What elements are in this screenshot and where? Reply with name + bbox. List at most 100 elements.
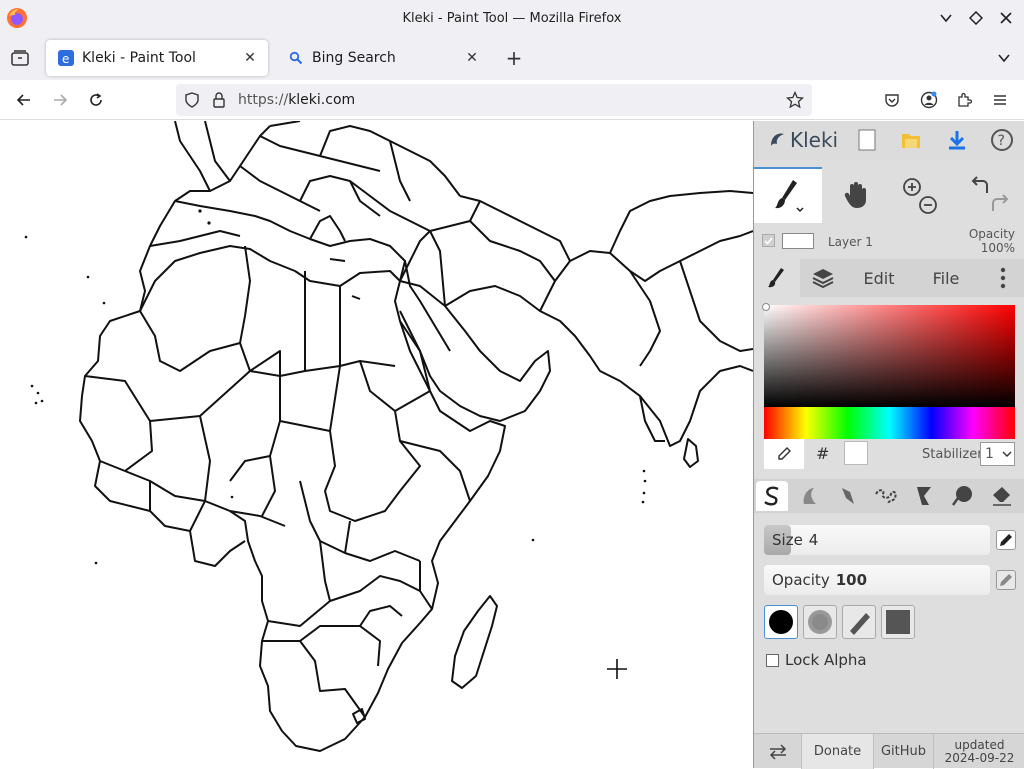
lock-alpha-checkbox[interactable] xyxy=(766,653,779,667)
map-drawing xyxy=(24,121,753,752)
hex-input-button[interactable]: # xyxy=(816,444,829,463)
hand-tool-button[interactable] xyxy=(826,167,886,223)
layer-opacity-value: 100% xyxy=(980,241,1015,255)
color-tools-row: # Stabilizer 1 xyxy=(764,439,1015,469)
size-pressure-toggle-icon[interactable] xyxy=(996,530,1016,550)
updated-info: updated 2024-09-22 xyxy=(934,734,1024,769)
back-icon[interactable] xyxy=(12,88,36,112)
brush-tool-button[interactable] xyxy=(754,167,822,223)
sv-picker-handle[interactable] xyxy=(762,303,770,311)
forward-icon[interactable] xyxy=(48,88,72,112)
size-slider[interactable]: Size 4 xyxy=(764,525,990,555)
color-picker xyxy=(762,303,1015,439)
window-titlebar: Kleki - Paint Tool — Mozilla Firefox xyxy=(0,0,1024,36)
brush-preset-round[interactable] xyxy=(764,605,798,639)
blend-brush-icon[interactable] xyxy=(794,481,826,511)
eraser-icon[interactable] xyxy=(986,481,1018,511)
shield-icon[interactable] xyxy=(184,92,200,112)
menu-icon[interactable] xyxy=(988,88,1012,112)
tab-edit[interactable]: Edit xyxy=(850,259,908,297)
swap-panel-side-icon[interactable] xyxy=(754,734,802,769)
stabilizer-value: 1 xyxy=(985,446,994,462)
tab-bar: e Kleki - Paint Tool ✕ Bing Search ✕ + xyxy=(0,36,1024,80)
redo-icon[interactable] xyxy=(992,194,1009,211)
opacity-pressure-toggle-icon[interactable] xyxy=(996,570,1016,590)
maximize-icon[interactable] xyxy=(966,8,986,28)
secondary-color-swatch[interactable] xyxy=(844,441,868,465)
stabilizer-label: Stabilizer xyxy=(922,447,983,462)
url-bar[interactable]: https://kleki.com xyxy=(176,84,812,116)
kleki-top-bar: Kleki ? xyxy=(754,121,1024,159)
zoom-in-icon[interactable] xyxy=(903,178,921,196)
account-icon[interactable] xyxy=(917,88,941,112)
undo-icon[interactable] xyxy=(971,176,988,193)
smudge-brush-icon[interactable] xyxy=(946,481,978,511)
svg-text:e: e xyxy=(62,52,69,66)
more-options-icon[interactable] xyxy=(986,259,1020,297)
minimize-icon[interactable] xyxy=(936,8,956,28)
saturation-value-picker[interactable] xyxy=(764,305,1015,407)
zoom-tool-button[interactable] xyxy=(894,167,946,223)
layer-opacity: Opacity 100% xyxy=(969,227,1015,255)
tab-close-icon[interactable]: ✕ xyxy=(462,48,482,68)
extensions-icon[interactable] xyxy=(952,88,976,112)
hand-icon xyxy=(844,182,866,208)
tab-brush[interactable] xyxy=(754,259,800,297)
list-all-tabs-icon[interactable] xyxy=(992,46,1016,70)
reload-icon[interactable] xyxy=(84,88,108,112)
layers-icon xyxy=(812,269,834,289)
download-icon[interactable] xyxy=(944,127,970,153)
zoom-out-icon[interactable] xyxy=(919,196,937,214)
new-image-icon[interactable] xyxy=(854,127,880,153)
tab-kleki[interactable]: e Kleki - Paint Tool ✕ xyxy=(46,40,268,76)
tab-bing[interactable]: Bing Search ✕ xyxy=(276,40,490,76)
kleki-favicon-icon: e xyxy=(58,50,74,66)
eyedropper-icon[interactable] xyxy=(764,439,804,469)
layer-visibility-checkbox[interactable] xyxy=(762,234,775,247)
layer-name: Layer 1 xyxy=(828,235,873,249)
brush-preset-soft[interactable] xyxy=(803,605,837,639)
opacity-label: Opacity xyxy=(772,571,830,589)
opacity-slider[interactable]: Opacity 100 xyxy=(764,565,990,595)
pixel-brush-icon[interactable] xyxy=(870,481,902,511)
layer-opacity-label: Opacity xyxy=(968,227,1015,241)
close-window-icon[interactable] xyxy=(996,8,1016,28)
drawing-canvas[interactable] xyxy=(0,121,753,768)
kleki-logo[interactable]: Kleki xyxy=(768,127,838,153)
new-tab-icon[interactable]: + xyxy=(502,46,526,70)
updated-date: 2024-09-22 xyxy=(944,750,1015,765)
firefox-view-icon[interactable] xyxy=(8,46,32,70)
brush-preset-angled[interactable] xyxy=(842,605,876,639)
hue-slider[interactable] xyxy=(764,407,1015,439)
chemy-brush-icon[interactable] xyxy=(908,481,940,511)
search-icon xyxy=(288,50,304,66)
lock-icon[interactable] xyxy=(212,92,226,112)
window-title: Kleki - Paint Tool — Mozilla Firefox xyxy=(402,10,622,26)
save-folder-icon[interactable] xyxy=(898,127,924,153)
tab-label: Bing Search xyxy=(312,50,396,66)
sketchy-brush-icon[interactable] xyxy=(832,481,864,511)
layer-preview-row[interactable]: Layer 1 Opacity 100% xyxy=(754,225,1024,259)
help-icon[interactable]: ? xyxy=(989,127,1015,153)
opacity-value: 100 xyxy=(835,571,868,589)
pocket-icon[interactable] xyxy=(880,88,904,112)
firefox-logo-icon xyxy=(7,8,27,28)
bookmark-star-icon[interactable] xyxy=(785,90,805,113)
github-link[interactable]: GitHub xyxy=(874,734,934,769)
tab-close-icon[interactable]: ✕ xyxy=(240,48,260,68)
donate-button[interactable]: Donate xyxy=(802,734,874,769)
brush-type-row xyxy=(754,479,1024,513)
brush-preset-square[interactable] xyxy=(881,605,915,639)
tab-file[interactable]: File xyxy=(914,259,978,297)
size-label: Size xyxy=(772,531,803,549)
stabilizer-select[interactable]: 1 xyxy=(980,442,1015,466)
url-text: https://kleki.com xyxy=(238,92,355,108)
navigation-bar: https://kleki.com xyxy=(0,80,1024,120)
chevron-down-icon xyxy=(1002,451,1012,457)
lock-alpha-option[interactable]: Lock Alpha xyxy=(766,651,867,669)
size-slider-text: Size 4 xyxy=(772,531,818,549)
layer-thumbnail xyxy=(782,233,814,249)
pen-brush-icon[interactable] xyxy=(756,481,788,511)
brush-small-icon xyxy=(768,268,784,288)
tab-layers[interactable] xyxy=(800,259,846,297)
